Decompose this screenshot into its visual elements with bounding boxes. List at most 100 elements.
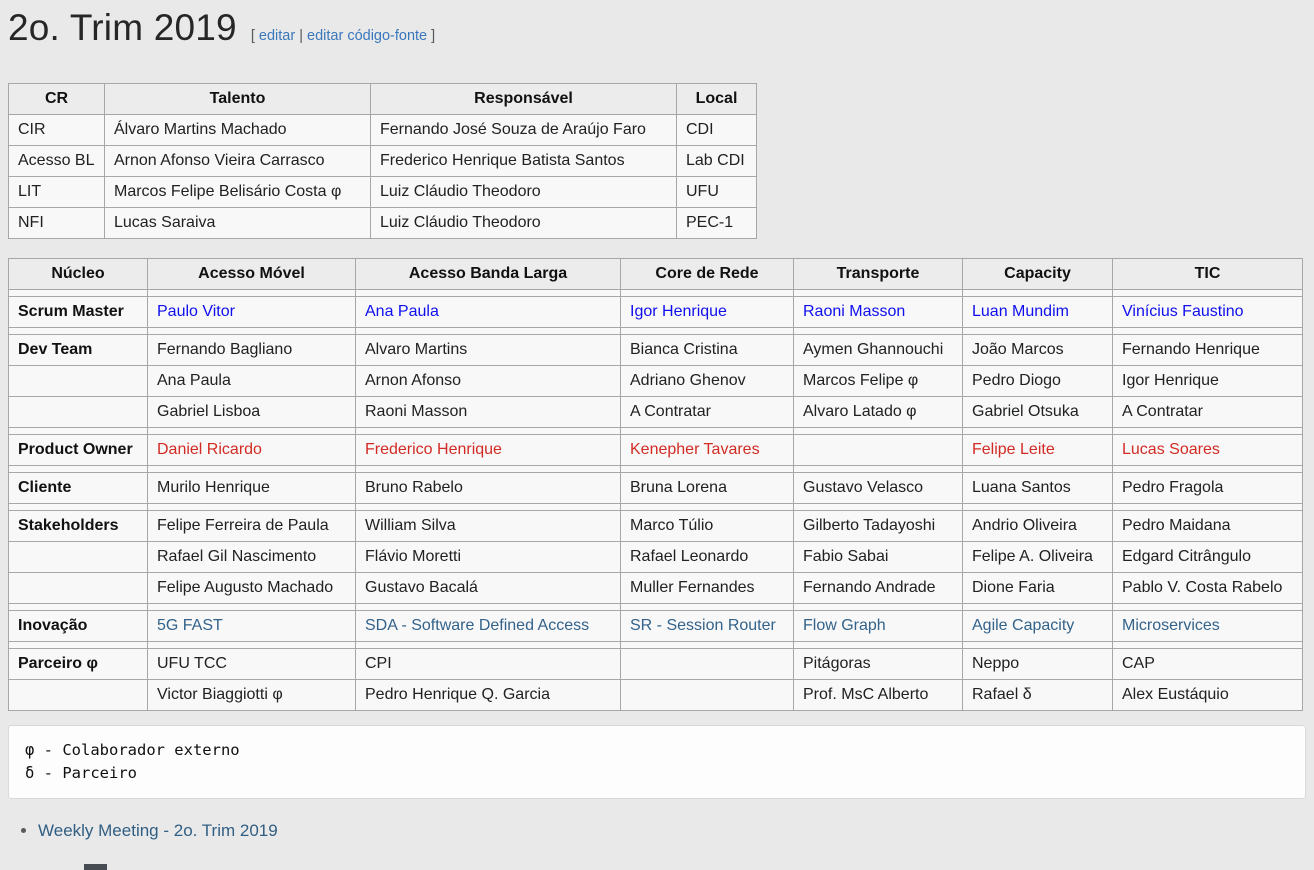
cell: Gabriel Lisboa [148,397,356,428]
column-header: TIC [1113,259,1303,290]
cell: Daniel Ricardo [148,435,356,466]
edit-separator: | [299,28,303,44]
cell: Murilo Henrique [148,473,356,504]
table-row: Dev TeamFernando BaglianoAlvaro MartinsB… [9,335,1303,366]
person-link[interactable]: Luan Mundim [972,303,1069,320]
spacer-cell [148,428,356,435]
cell: Marcos Felipe φ [794,366,963,397]
cell: Gilberto Tadayoshi [794,511,963,542]
table-row: Rafael Gil NascimentoFlávio MorettiRafae… [9,542,1303,573]
cell: Frederico Henrique [356,435,621,466]
person-link[interactable]: Frederico Henrique [365,441,502,458]
cell: Arnon Afonso [356,366,621,397]
cell: Felipe A. Oliveira [963,542,1113,573]
cell: Lucas Saraiva [105,208,371,239]
person-link[interactable]: Microservices [1122,617,1220,634]
cell: William Silva [356,511,621,542]
row-label-cell [9,680,148,711]
edit-link[interactable]: editar [259,28,295,44]
table-row: Inovação5G FASTSDA - Software Defined Ac… [9,611,1303,642]
person-link[interactable]: Flow Graph [803,617,886,634]
spacer-cell [621,328,794,335]
spacer-cell [9,428,148,435]
cell: Microservices [1113,611,1303,642]
cell: 5G FAST [148,611,356,642]
row-label-cell: Cliente [9,473,148,504]
spacer-cell [963,642,1113,649]
cell: Bruno Rabelo [356,473,621,504]
table-row: Felipe Augusto MachadoGustavo BacaláMull… [9,573,1303,604]
cell: Paulo Vitor [148,297,356,328]
person-link[interactable]: Ana Paula [365,303,439,320]
header-row: CRTalentoResponsávelLocal [9,84,757,115]
spacer-cell [621,466,794,473]
person-link[interactable]: Vinícius Faustino [1122,303,1244,320]
cell: Pablo V. Costa Rabelo [1113,573,1303,604]
table-row: NFILucas SaraivaLuiz Cláudio TheodoroPEC… [9,208,757,239]
cell: Rafael δ [963,680,1113,711]
spacer-cell [9,504,148,511]
cell: Fernando Bagliano [148,335,356,366]
cell: Pitágoras [794,649,963,680]
column-header: Local [677,84,757,115]
person-link[interactable]: Igor Henrique [630,303,727,320]
cell: Vinícius Faustino [1113,297,1303,328]
cell: Victor Biaggiotti φ [148,680,356,711]
table-row: Victor Biaggiotti φPedro Henrique Q. Gar… [9,680,1303,711]
spacer-cell [9,466,148,473]
spacer-cell [148,504,356,511]
bracket-close: ] [431,28,435,44]
cell: Neppo [963,649,1113,680]
spacer-cell [794,428,963,435]
cell: Luan Mundim [963,297,1113,328]
spacer-cell [148,290,356,297]
spacer-cell [148,642,356,649]
table-head: NúcleoAcesso MóvelAcesso Banda LargaCore… [9,259,1303,290]
spacer-cell [356,504,621,511]
edit-source-link[interactable]: editar código-fonte [307,28,427,44]
cell: Fernando José Souza de Araújo Faro [371,115,677,146]
column-header: Transporte [794,259,963,290]
cell: Prof. MsC Alberto [794,680,963,711]
spacer-cell [794,604,963,611]
row-label-cell [9,573,148,604]
spacer-cell [794,328,963,335]
spacer-cell [794,466,963,473]
table-row: StakeholdersFelipe Ferreira de PaulaWill… [9,511,1303,542]
cell: LIT [9,177,105,208]
column-header: Responsável [371,84,677,115]
person-link[interactable]: Paulo Vitor [157,303,235,320]
person-link[interactable]: Lucas Soares [1122,441,1220,458]
spacer-cell [621,504,794,511]
cell: A Contratar [621,397,794,428]
column-header: Core de Rede [621,259,794,290]
cell: CAP [1113,649,1303,680]
spacer-cell [356,428,621,435]
spacer-cell [356,642,621,649]
table-head: CRTalentoResponsávelLocal [9,84,757,115]
person-link[interactable]: Daniel Ricardo [157,441,262,458]
spacer-cell [794,290,963,297]
person-link[interactable]: Agile Capacity [972,617,1074,634]
spacer-cell [148,604,356,611]
spacer-cell [621,290,794,297]
person-link[interactable]: SR - Session Router [630,617,776,634]
spacer-cell [1113,328,1303,335]
person-link[interactable]: Felipe Leite [972,441,1055,458]
page-title: 2o. Trim 2019 [8,6,237,50]
cell: Arnon Afonso Vieira Carrasco [105,146,371,177]
person-link[interactable]: SDA - Software Defined Access [365,617,589,634]
spacer-cell [794,504,963,511]
spacer-row [9,328,1303,335]
cell: Gustavo Velasco [794,473,963,504]
page-heading-row: 2o. Trim 2019 [ editar | editar código-f… [8,6,1306,50]
person-link[interactable]: Raoni Masson [803,303,905,320]
row-label-cell [9,397,148,428]
bracket-open: [ [251,28,255,44]
person-link[interactable]: Kenepher Tavares [630,441,760,458]
person-link[interactable]: 5G FAST [157,617,223,634]
spacer-cell [1113,466,1303,473]
weekly-meeting-link[interactable]: Weekly Meeting - 2o. Trim 2019 [38,821,278,840]
table-row: Ana PaulaArnon AfonsoAdriano GhenovMarco… [9,366,1303,397]
cell: Pedro Fragola [1113,473,1303,504]
